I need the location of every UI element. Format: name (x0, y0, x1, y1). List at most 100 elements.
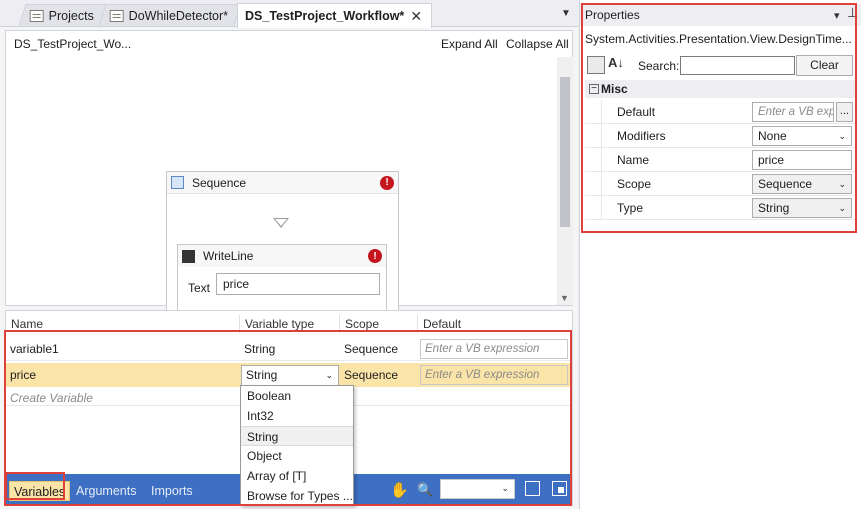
sequence-title: Sequence (192, 175, 247, 190)
chevron-down-icon[interactable]: ⌄ (838, 175, 846, 193)
breadcrumb[interactable]: DS_TestProject_Wo... (14, 37, 131, 51)
type-option-object[interactable]: Object (241, 446, 353, 466)
variable-name-cell[interactable]: variable1 (6, 337, 240, 361)
type-option-boolean[interactable]: Boolean (241, 386, 353, 406)
pin-icon[interactable]: ▾ (834, 9, 840, 22)
variable-name-cell[interactable]: price (6, 363, 240, 387)
collapse-icon[interactable]: − (589, 84, 599, 94)
variable-type-dropdown-list[interactable]: Boolean Int32 String Object Array of [T]… (240, 385, 354, 506)
sequence-icon (171, 176, 184, 189)
scrollbar-thumb[interactable] (560, 77, 570, 227)
property-row-name[interactable]: Name price (585, 148, 857, 172)
property-row-default[interactable]: Default Enter a VB exp ... (585, 100, 857, 124)
type-option-browse[interactable]: Browse for Types ... (241, 486, 353, 506)
chevron-down-icon[interactable]: ⌄ (838, 127, 846, 145)
zoom-level-select[interactable]: ⌄ (440, 479, 515, 499)
property-search-input[interactable] (680, 56, 795, 75)
collapse-all-link[interactable]: Collapse All (506, 37, 569, 51)
categorized-view-icon[interactable] (587, 56, 605, 74)
property-label: Default (601, 100, 751, 124)
tab-label: Projects (48, 8, 94, 23)
name-input[interactable]: price (752, 150, 852, 170)
modifiers-select[interactable]: None ⌄ (752, 126, 852, 146)
property-row-modifiers[interactable]: Modifiers None ⌄ (585, 124, 857, 148)
search-label: Search: (638, 59, 680, 73)
variable-type-value: String (246, 368, 278, 382)
column-header-default[interactable]: Default (418, 315, 570, 333)
table-row[interactable]: variable1 String Sequence Enter a VB exp… (6, 337, 570, 361)
property-label: Type (601, 196, 751, 220)
fit-to-screen-icon[interactable] (525, 481, 540, 496)
chevron-down-icon[interactable]: ⌄ (325, 366, 333, 385)
create-variable-row[interactable]: Create Variable (10, 391, 93, 405)
property-label: Name (601, 148, 751, 172)
type-option-array[interactable]: Array of [T] (241, 466, 353, 486)
variables-tab[interactable]: Variables (9, 481, 71, 501)
pushpin-icon[interactable]: ⊥ (847, 5, 858, 21)
tab-label: DS_TestProject_Workflow* (245, 9, 405, 23)
designer-canvas[interactable]: DS_TestProject_Wo... Expand All Collapse… (5, 30, 573, 312)
expression-editor-button[interactable]: ... (836, 102, 853, 122)
arguments-tab[interactable]: Arguments (72, 481, 140, 501)
clear-button[interactable]: Clear (796, 55, 853, 76)
variable-type-cell[interactable]: String (240, 337, 340, 361)
pan-hand-icon[interactable]: ✋ (390, 481, 409, 499)
property-row-scope[interactable]: Scope Sequence ⌄ (585, 172, 857, 196)
property-label: Modifiers (601, 124, 751, 148)
tab-overflow-icon[interactable]: ▼ (561, 8, 571, 19)
variable-scope-cell[interactable]: Sequence (340, 363, 418, 387)
imports-tab[interactable]: Imports (147, 481, 197, 501)
scope-value: Sequence (758, 177, 813, 191)
category-label: Misc (601, 82, 628, 96)
scope-select[interactable]: Sequence ⌄ (752, 174, 852, 194)
column-header-variable-type[interactable]: Variable type (240, 315, 340, 333)
type-value: String (758, 201, 790, 215)
writeline-activity[interactable]: WriteLine ! Text price (177, 244, 387, 312)
column-header-name[interactable]: Name (6, 315, 240, 333)
vertical-scrollbar[interactable]: ▼ (557, 57, 573, 305)
variable-type-select[interactable]: String ⌄ (241, 365, 339, 386)
error-icon: ! (368, 249, 382, 263)
text-label: Text (188, 281, 211, 295)
alphabetical-sort-icon[interactable]: A↓ (608, 55, 624, 70)
zoom-icon[interactable]: 🔍 (417, 482, 433, 498)
sequence-activity[interactable]: Sequence ! WriteLine ! Text price (166, 171, 399, 312)
writeline-icon (182, 249, 195, 263)
writeline-title: WriteLine (203, 249, 254, 263)
properties-title: Properties (580, 4, 861, 26)
document-icon (29, 9, 44, 22)
variable-default-cell[interactable]: Enter a VB expression (418, 363, 570, 387)
column-header-scope[interactable]: Scope (340, 315, 418, 333)
tab-dowhiledetector[interactable]: DoWhileDetector* (98, 4, 242, 26)
property-row-type[interactable]: Type String ⌄ (585, 196, 857, 220)
type-option-string[interactable]: String (241, 426, 353, 446)
chevron-down-icon[interactable]: ⌄ (838, 199, 846, 217)
default-expression-input[interactable]: Enter a VB expression (420, 365, 568, 385)
document-tab-strip: Projects DoWhileDetector* DS_TestProject… (0, 0, 578, 28)
default-value-input[interactable]: Enter a VB exp (752, 102, 834, 122)
variable-scope-cell[interactable]: Sequence (340, 337, 418, 361)
tab-ds-testproject-workflow[interactable]: DS_TestProject_Workflow* ✕ (237, 3, 432, 28)
overview-icon[interactable] (552, 481, 567, 496)
document-icon (109, 9, 124, 22)
writeline-header: WriteLine ! (178, 245, 386, 267)
workflow-designer: Projects DoWhileDetector* DS_TestProject… (0, 0, 578, 509)
close-icon[interactable]: ✕ (410, 8, 422, 25)
drop-arrow-icon (273, 218, 289, 228)
chevron-down-icon[interactable]: ⌄ (501, 483, 509, 494)
tab-label: DoWhileDetector* (128, 8, 229, 23)
type-option-int32[interactable]: Int32 (241, 406, 353, 426)
property-label: Scope (601, 172, 751, 196)
modifiers-value: None (758, 129, 787, 143)
error-icon: ! (380, 175, 394, 190)
sequence-header: Sequence ! (167, 172, 398, 194)
scroll-down-icon[interactable]: ▼ (560, 293, 569, 303)
table-row-selected[interactable]: price String ⌄ Sequence Enter a VB expre… (6, 363, 570, 387)
variable-default-cell[interactable]: Enter a VB expression (418, 337, 570, 361)
selected-object-type: System.Activities.Presentation.View.Desi… (585, 32, 852, 46)
category-misc[interactable]: − Misc (585, 80, 857, 98)
text-expression-input[interactable]: price (216, 273, 380, 295)
type-select[interactable]: String ⌄ (752, 198, 852, 218)
expand-all-link[interactable]: Expand All (441, 37, 498, 51)
default-expression-input[interactable]: Enter a VB expression (420, 339, 568, 359)
